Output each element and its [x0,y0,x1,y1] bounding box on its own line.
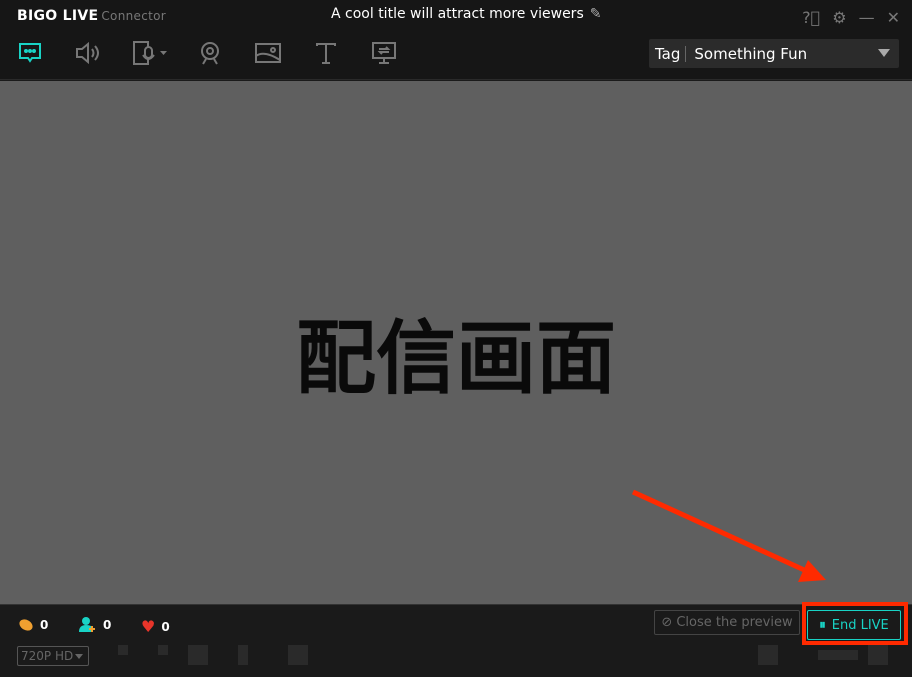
help-icon[interactable]: ?⃝ [802,8,820,27]
beans-stat: 0 [18,617,48,632]
image-icon[interactable] [255,40,281,66]
heart-icon: ♥ [141,617,156,636]
close-icon[interactable]: ✕ [887,8,900,27]
add-follower-icon [79,617,95,632]
logo: BIGO LIVE Connector [17,8,166,24]
close-preview-button[interactable]: ⊘ Close the preview [654,610,800,635]
top-bar: BIGO LIVE Connector A cool title will att… [0,0,912,80]
annotation-arrow [631,489,826,582]
resolution-select[interactable]: 720P HD [17,646,89,666]
speaker-icon[interactable] [75,40,101,66]
pause-icon: ⏸ [819,617,826,633]
screen-share-icon[interactable] [371,40,397,66]
bottom-bar: 0 0 ♥ 0 720P HD ⊘ Close the preview ⏸ End L… [0,602,912,677]
webcam-icon[interactable] [197,40,223,66]
stream-title[interactable]: A cool title will attract more viewers ✎ [331,6,601,22]
tag-select[interactable]: Tag Something Fun [649,39,899,68]
followers-stat: 0 [79,617,111,633]
eye-off-icon: ⊘ [661,615,673,630]
minimize-icon[interactable]: — [859,8,875,27]
bean-icon [19,619,33,631]
gear-icon[interactable]: ⚙ [832,8,846,27]
chat-icon[interactable] [17,40,43,66]
chevron-down-icon [878,49,890,57]
text-icon[interactable] [313,40,339,66]
edit-icon[interactable]: ✎ [590,6,602,22]
end-live-button[interactable]: ⏸ End LIVE [807,610,901,640]
likes-stat: ♥ 0 [141,617,170,636]
phone-mic-icon[interactable] [133,40,169,66]
